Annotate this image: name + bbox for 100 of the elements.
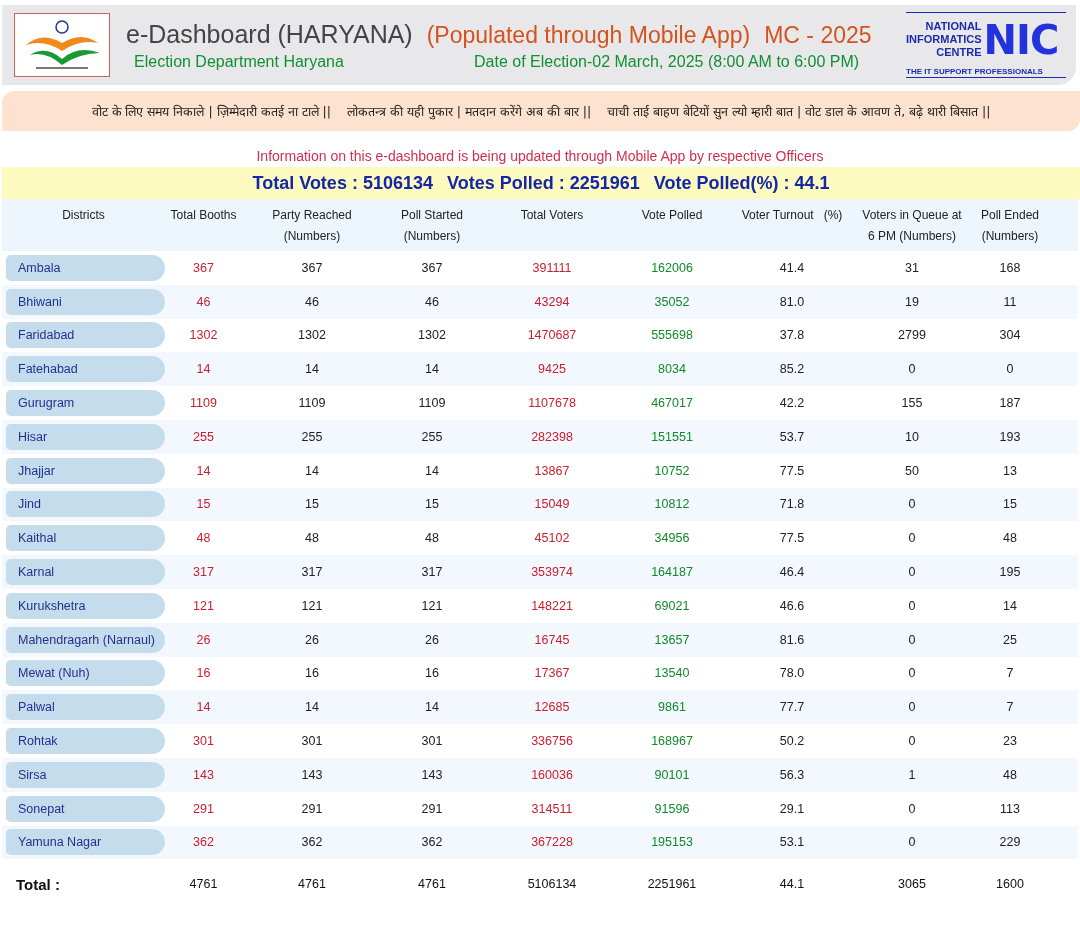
table-cell-text: 13540 <box>653 666 691 681</box>
table-cell-text: 44.1 <box>778 877 806 892</box>
table-cell-text: 353974 <box>530 565 574 580</box>
district-name: Kurukshetra <box>6 592 165 619</box>
notice-text: Information on this e-dashboard is being updated through Mobile App by respective Officers <box>256 148 824 164</box>
table-cell-text: 43294 <box>533 294 571 309</box>
table-cell-text: 168967 <box>650 734 694 749</box>
table-cell-text: 362 <box>192 835 215 850</box>
table-cell-text: 46 <box>195 294 212 309</box>
table-cell-text: 15049 <box>533 497 571 512</box>
table-cell-text: 187 <box>998 396 1022 411</box>
table-cell-text: 31 <box>904 260 920 275</box>
table-cell-text: 23 <box>1002 734 1018 749</box>
table-cell-text: 42.2 <box>778 396 806 411</box>
logo-text: NATIONAL <box>925 20 982 33</box>
table-cell-text: 37.8 <box>778 328 806 343</box>
table-cell-text: 14 <box>195 700 212 715</box>
table-cell-text: 17367 <box>533 666 571 681</box>
table-cell-text: 1109 <box>417 396 447 411</box>
table-cell-text: 48 <box>1002 531 1018 546</box>
table-cell-text: 255 <box>192 429 215 444</box>
table-cell-text: 155 <box>900 396 924 411</box>
table-cell-text: 16 <box>195 666 212 681</box>
table-cell-text: 13867 <box>533 463 571 478</box>
table-cell-text: 71.8 <box>778 497 806 512</box>
district-name: Mewat (Nuh) <box>6 660 165 687</box>
district-name: Jhajjar <box>6 457 165 484</box>
table-cell-text: 15 <box>195 497 212 512</box>
column-header: Voter Turnout (%) <box>741 207 843 224</box>
table-cell-text: 14 <box>195 362 212 377</box>
table-cell-text: 1302 <box>417 328 447 343</box>
table-cell-text: 291 <box>192 801 215 816</box>
table-cell-text: 148221 <box>530 598 574 613</box>
table-cell-text: 46 <box>304 294 320 309</box>
table-cell-text: 1302 <box>297 328 327 343</box>
table-cell-text: 15 <box>424 497 440 512</box>
table-cell-text: 46 <box>424 294 440 309</box>
summary-stat: Votes Polled : 2251961 <box>446 172 640 194</box>
table-cell-text: 304 <box>998 328 1022 343</box>
table-cell-text: 77.5 <box>778 531 806 546</box>
table-cell-text: 0 <box>907 531 917 546</box>
table-cell-text: 160036 <box>530 767 574 782</box>
table-cell-text: 46.4 <box>778 565 806 580</box>
table-cell-text: 14 <box>424 463 440 478</box>
table-cell-text: 26 <box>195 632 212 647</box>
table-cell-text: 11 <box>1002 294 1018 309</box>
table-cell-text: 7 <box>1005 666 1015 681</box>
table-cell-text: 48 <box>424 531 440 546</box>
table-cell-text: 12685 <box>533 700 571 715</box>
table-cell-text: 14 <box>195 463 212 478</box>
table-cell-text: 4761 <box>417 877 447 892</box>
table-cell-text: 81.6 <box>778 632 806 647</box>
column-header: Total Voters <box>520 207 584 224</box>
table-cell-text: 19 <box>904 294 920 309</box>
column-header: Districts <box>62 207 105 224</box>
slogan: लोकतन्त्र की यही पुकार | मतदान करेंगे अब की बार || <box>346 102 592 120</box>
table-cell-text: 85.2 <box>778 362 806 377</box>
table-cell-text: 15 <box>1002 497 1018 512</box>
table-cell-text: 336756 <box>530 734 574 749</box>
table-cell-text: 367 <box>420 260 444 275</box>
table-cell-text: 195 <box>998 565 1022 580</box>
table-cell-text: 255 <box>420 429 444 444</box>
table-cell-text: 0 <box>1005 362 1015 377</box>
table-cell-text: 0 <box>907 835 917 850</box>
table-cell-text: 0 <box>907 497 917 512</box>
table-cell-text: 1470687 <box>526 328 578 343</box>
table-cell-text: 143 <box>420 767 444 782</box>
table-cell-text: 46.6 <box>778 598 806 613</box>
summary-stat: Vote Polled(%) : 44.1 <box>653 172 830 194</box>
table-cell-text: 14 <box>304 700 320 715</box>
table-cell-text: 7 <box>1005 700 1015 715</box>
table-cell-text: 121 <box>300 598 324 613</box>
table-cell-text: 0 <box>907 700 917 715</box>
table-cell-text: 0 <box>907 565 917 580</box>
table-cell-text: 48 <box>1002 767 1018 782</box>
table-cell-text: 3065 <box>897 877 927 892</box>
table-cell-text: 48 <box>304 531 320 546</box>
table-cell-text: 53.1 <box>778 835 806 850</box>
column-header: Vote Polled <box>641 207 703 224</box>
table-cell-text: 14 <box>424 362 440 377</box>
table-cell-text: 229 <box>998 835 1022 850</box>
table-cell-text: 1109 <box>189 396 218 411</box>
table-cell-text: 45102 <box>533 531 571 546</box>
summary-stat: Total Votes : 5106134 <box>252 172 433 194</box>
column-header: Voters in Queue at 6 PM (Numbers) <box>862 207 962 245</box>
table-cell-text: 467017 <box>650 396 694 411</box>
district-name: Ambala <box>6 254 165 281</box>
district-name: Jind <box>6 491 165 518</box>
table-cell-text: 13657 <box>653 632 691 647</box>
table-cell-text: 314511 <box>530 801 574 816</box>
table-cell-text: 151551 <box>650 429 694 444</box>
table-cell-text: 16 <box>304 666 320 681</box>
table-cell-text: 555698 <box>650 328 694 343</box>
table-cell-text: 143 <box>300 767 324 782</box>
table-cell-text: 301 <box>420 734 444 749</box>
district-name: Rohtak <box>6 728 165 755</box>
column-header: Poll Ended (Numbers) <box>979 207 1040 245</box>
table-cell-text: 121 <box>192 598 215 613</box>
table-cell-text: 16 <box>424 666 440 681</box>
table-cell-text: 1107678 <box>527 396 577 411</box>
